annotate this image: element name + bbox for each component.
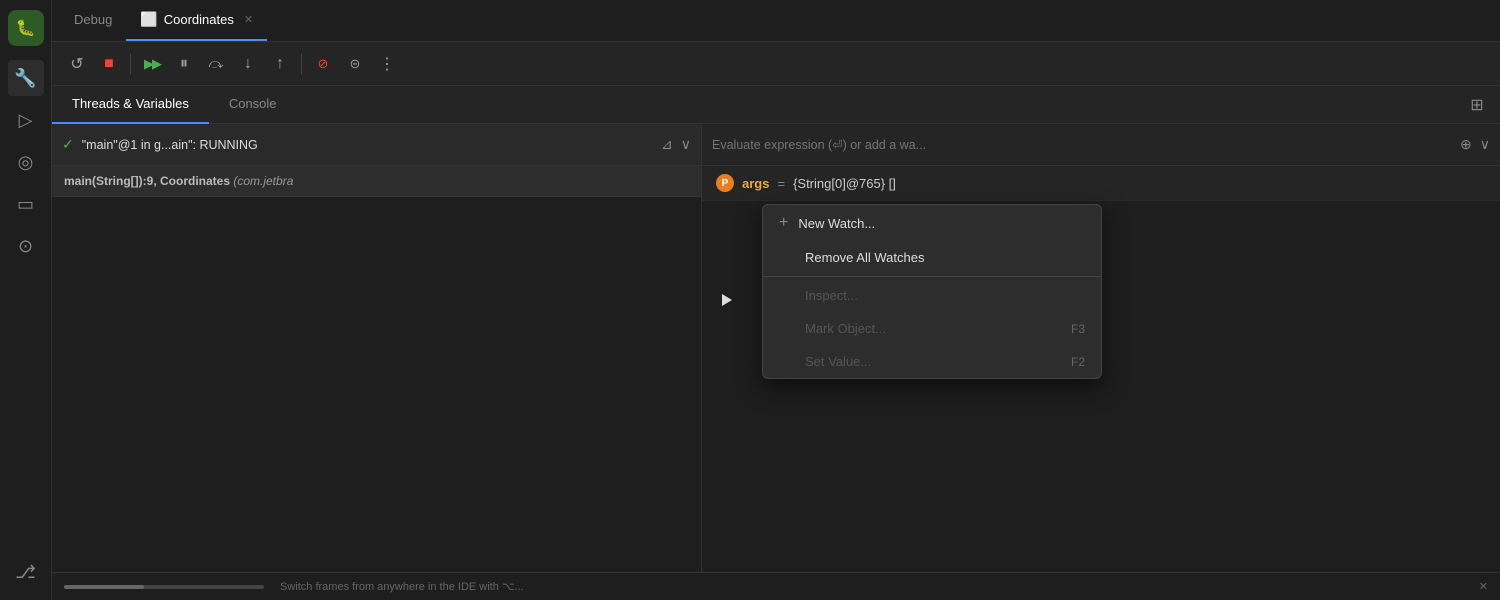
sidebar-icon-bug[interactable]: 🐛 [8, 10, 44, 46]
thread-name: "main"@1 in g...ain": RUNNING [82, 138, 653, 152]
tab-coordinates-label: Coordinates [164, 12, 234, 27]
status-bar: Switch frames from anywhere in the IDE w… [52, 572, 1500, 600]
set-value-label: Set Value... [805, 354, 871, 369]
problems-icon: ⊙ [18, 236, 33, 257]
context-menu-divider-1 [763, 276, 1101, 277]
thread-checkmark: ✓ [62, 136, 74, 153]
tab-coordinates-icon: ⬜ [140, 11, 157, 28]
sidebar-item-run[interactable]: ▷ [8, 102, 44, 138]
tools-icon: 🔧 [14, 68, 36, 89]
profile-icon: ◎ [18, 152, 34, 173]
frame-text: main(String[]):9, Coordinates (com.jetbr… [64, 174, 293, 188]
set-value-shortcut: F2 [1071, 355, 1085, 369]
remove-all-watches-label: Remove All Watches [805, 250, 924, 265]
variable-equals: = [777, 176, 785, 191]
new-watch-plus-icon: + [779, 214, 788, 232]
panel-body: ✓ "main"@1 in g...ain": RUNNING ⊿ ∨ main… [52, 124, 1500, 572]
watch-input[interactable] [712, 138, 1452, 152]
panel-header: Threads & Variables Console ⊞ [52, 86, 1500, 124]
thread-dropdown-button[interactable]: ∨ [681, 136, 691, 153]
variable-row: P args = {String[0]@765} [] [702, 166, 1500, 201]
left-panel: ✓ "main"@1 in g...ain": RUNNING ⊿ ∨ main… [52, 124, 702, 572]
status-scrollbar-thumb [64, 585, 144, 589]
watch-add-button[interactable]: ⊕ [1460, 136, 1472, 153]
step-into-button[interactable]: ↓ [233, 49, 263, 79]
variable-name: args [742, 176, 769, 191]
run-icon: ▷ [19, 110, 33, 131]
status-text: Switch frames from anywhere in the IDE w… [280, 580, 524, 593]
resume-button[interactable]: ▶▶ [137, 49, 167, 79]
var-icon-label: P [722, 178, 729, 189]
terminal-icon: ▭ [17, 194, 34, 215]
tab-debug[interactable]: Debug [60, 0, 126, 41]
tab-bar: Debug ⬜ Coordinates ✕ [52, 0, 1500, 42]
toolbar-separator-1 [130, 54, 131, 74]
bug-icon: 🐛 [16, 18, 36, 38]
mouse-cursor [722, 294, 732, 306]
mute-breakpoints-button[interactable]: ⊝ [340, 49, 370, 79]
tab-console[interactable]: Console [209, 86, 297, 124]
status-close-button[interactable]: ✕ [1479, 580, 1488, 593]
toolbar-separator-2 [301, 54, 302, 74]
inspect-label: Inspect... [805, 288, 858, 303]
git-icon: ⎇ [15, 562, 36, 583]
thread-filter-button[interactable]: ⊿ [661, 136, 673, 153]
context-menu-remove-all-watches[interactable]: Remove All Watches [763, 241, 1101, 274]
tab-threads-variables-label: Threads & Variables [72, 96, 189, 111]
stop-button[interactable]: ■ [94, 49, 124, 79]
sidebar: 🐛 🔧 ▷ ◎ ▭ ⊙ ⎇ [0, 0, 52, 600]
right-panel: ⊕ ∨ P args = {String[0]@765} [] + New Wa… [702, 124, 1500, 572]
more-button[interactable]: ⋮ [372, 49, 402, 79]
sidebar-item-terminal[interactable]: ▭ [8, 186, 44, 222]
status-scrollbar[interactable] [64, 585, 264, 589]
mark-object-label: Mark Object... [805, 321, 886, 336]
mark-object-shortcut: F3 [1071, 322, 1085, 336]
frame-method: main(String[]):9, Coordinates [64, 174, 233, 188]
sidebar-item-tools[interactable]: 🔧 [8, 60, 44, 96]
sidebar-item-profile[interactable]: ◎ [8, 144, 44, 180]
sidebar-item-problems[interactable]: ⊙ [8, 228, 44, 264]
variable-type-icon: P [716, 174, 734, 192]
frame-item[interactable]: main(String[]):9, Coordinates (com.jetbr… [52, 166, 701, 197]
pause-button[interactable]: ⏸ [169, 49, 199, 79]
tab-console-label: Console [229, 96, 277, 111]
stop-at-breakpoint-button[interactable]: ⊘ [308, 49, 338, 79]
context-menu-inspect: Inspect... [763, 279, 1101, 312]
tab-threads-variables[interactable]: Threads & Variables [52, 86, 209, 124]
step-over-button[interactable]: ⤼ [201, 49, 231, 79]
layout-button[interactable]: ⊞ [1462, 90, 1492, 120]
context-menu-new-watch[interactable]: + New Watch... [763, 205, 1101, 241]
sidebar-item-git[interactable]: ⎇ [8, 554, 44, 590]
frame-class: (com.jetbra [233, 174, 293, 188]
toolbar: ↺ ■ ▶▶ ⏸ ⤼ ↓ ↑ ⊘ ⊝ ⋮ [52, 42, 1500, 86]
variable-value: {String[0]@765} [] [793, 176, 896, 191]
context-menu-mark-object: Mark Object... F3 [763, 312, 1101, 345]
main-content: Debug ⬜ Coordinates ✕ ↺ ■ ▶▶ ⏸ ⤼ ↓ ↑ ⊘ ⊝… [52, 0, 1500, 600]
step-out-button[interactable]: ↑ [265, 49, 295, 79]
rerun-button[interactable]: ↺ [62, 49, 92, 79]
context-menu-set-value: Set Value... F2 [763, 345, 1101, 378]
tab-coordinates[interactable]: ⬜ Coordinates ✕ [126, 0, 267, 41]
watch-bar: ⊕ ∨ [702, 124, 1500, 166]
context-menu: + New Watch... Remove All Watches Inspec… [762, 204, 1102, 379]
watch-dropdown-button[interactable]: ∨ [1480, 136, 1490, 153]
layout-icon: ⊞ [1470, 95, 1483, 115]
new-watch-label: New Watch... [798, 216, 875, 231]
tab-debug-label: Debug [74, 12, 112, 27]
panel-tabs: Threads & Variables Console [52, 86, 1462, 124]
thread-selector[interactable]: ✓ "main"@1 in g...ain": RUNNING ⊿ ∨ [52, 124, 701, 166]
tab-close-button[interactable]: ✕ [244, 13, 253, 26]
